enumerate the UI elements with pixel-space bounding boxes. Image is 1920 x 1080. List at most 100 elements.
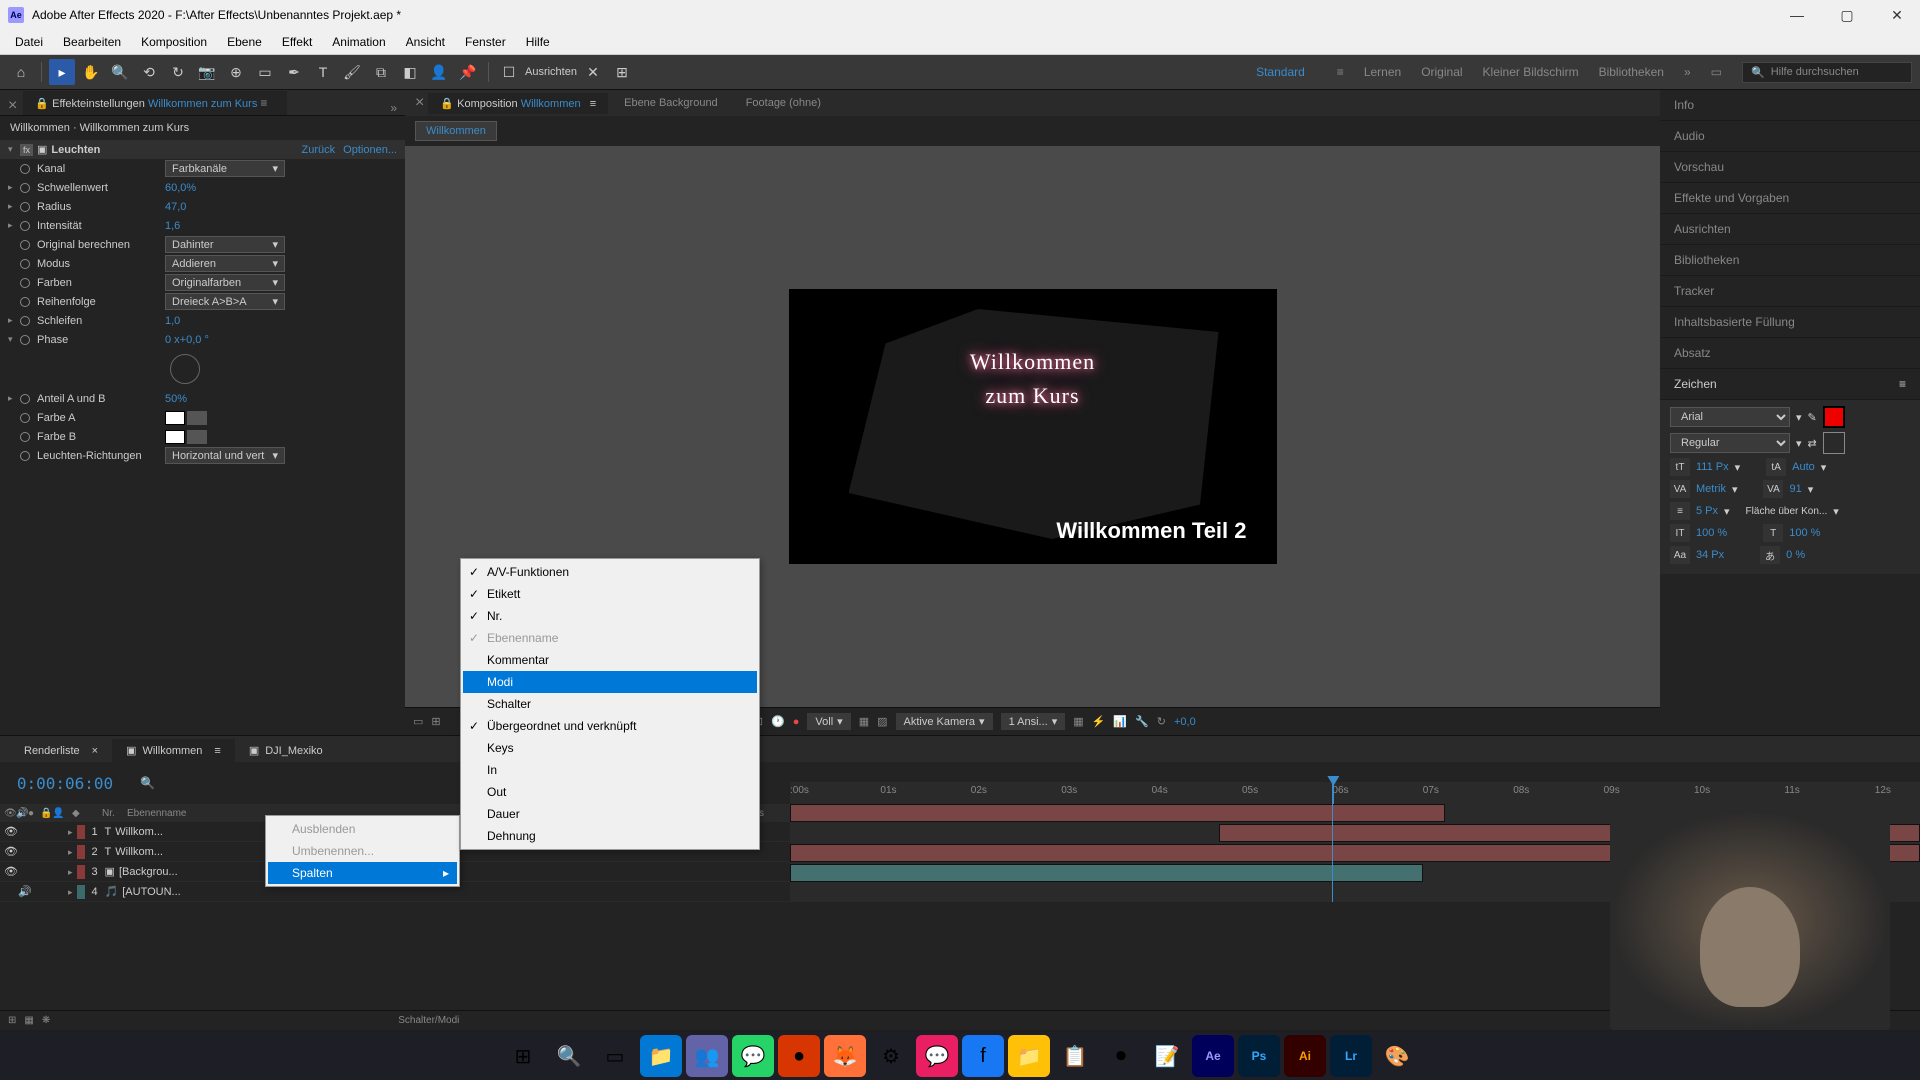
stopwatch-icon[interactable] [20, 451, 30, 461]
stopwatch-icon[interactable] [20, 316, 30, 326]
taskbar-taskview[interactable]: ▭ [594, 1035, 636, 1077]
anteil-value[interactable]: 50% [165, 393, 187, 405]
farbe-a-swatch[interactable] [165, 411, 185, 425]
hand-tool[interactable]: ✋ [78, 59, 104, 85]
ctx-in[interactable]: In [463, 759, 757, 781]
layer-visibility[interactable]: 👁 [0, 825, 14, 838]
font-size-value[interactable]: 111 Px [1696, 461, 1729, 473]
help-search[interactable]: 🔍 Hilfe durchsuchen [1742, 62, 1912, 83]
fast-preview-icon[interactable]: ⚡ [1092, 715, 1106, 728]
workspace-bibliotheken[interactable]: Bibliotheken [1599, 65, 1664, 79]
ctx-ausblenden[interactable]: Ausblenden [268, 818, 457, 840]
lock-column-icon[interactable]: 🔒 [36, 808, 48, 819]
workspace-lernen[interactable]: Lernen [1364, 65, 1401, 79]
pen-tool[interactable]: ✒ [281, 59, 307, 85]
layer-label[interactable] [77, 885, 85, 899]
kanal-select[interactable]: Farbkanäle▾ [165, 160, 285, 177]
fx-badge[interactable]: fx [20, 144, 33, 156]
ctx-modi[interactable]: Modi [463, 671, 757, 693]
panel-fuellung[interactable]: Inhaltsbasierte Füllung [1660, 307, 1920, 338]
toggle-switches-icon[interactable]: ⊞ [8, 1015, 16, 1026]
reihenfolge-select[interactable]: Dreieck A>B>A▾ [165, 293, 285, 310]
taskbar-messenger[interactable]: 💬 [916, 1035, 958, 1077]
taskbar-app4[interactable]: 🎨 [1376, 1035, 1418, 1077]
baseline-value[interactable]: 34 Px [1696, 549, 1724, 561]
puppet-tool[interactable]: 📌 [455, 59, 481, 85]
time-ruler[interactable]: :00s 01s 02s 03s 04s 05s 06s 07s 08s 09s… [790, 782, 1920, 804]
swap-colors-icon[interactable]: ⇄ [1808, 437, 1817, 450]
brush-tool[interactable]: 🖌 [339, 59, 365, 85]
close-button[interactable]: ✕ [1882, 7, 1912, 24]
panel-close-icon[interactable]: × [415, 94, 424, 112]
snapping-checkbox[interactable]: ☐ [496, 59, 522, 85]
label-column[interactable]: ◆ [68, 808, 98, 819]
effect-name[interactable]: Leuchten [51, 144, 100, 156]
modus-select[interactable]: Addieren▾ [165, 255, 285, 272]
farbe-b-swatch[interactable] [165, 430, 185, 444]
roto-tool[interactable]: 👤 [426, 59, 452, 85]
taskbar-search[interactable]: 🔍 [548, 1035, 590, 1077]
stopwatch-icon[interactable] [20, 240, 30, 250]
stroke-width-value[interactable]: 5 Px [1696, 505, 1718, 517]
menu-hilfe[interactable]: Hilfe [516, 32, 560, 52]
ctx-ebenenname[interactable]: ✓Ebenenname [463, 627, 757, 649]
taskbar-word[interactable]: 📝 [1146, 1035, 1188, 1077]
resolution-icon[interactable]: ⊞ [431, 715, 440, 728]
taskbar-start[interactable]: ⊞ [502, 1035, 544, 1077]
workspace-klein[interactable]: Kleiner Bildschirm [1483, 65, 1579, 79]
stroke-option[interactable]: Fläche über Kon... [1746, 506, 1828, 517]
font-select[interactable]: Arial [1670, 407, 1790, 427]
snapping-option1[interactable]: ✕ [580, 59, 606, 85]
tracking-value[interactable]: 91 [1789, 483, 1801, 495]
panel-zeichen[interactable]: Zeichen≡ [1660, 369, 1920, 400]
vscale-value[interactable]: 100 % [1696, 527, 1727, 539]
menu-komposition[interactable]: Komposition [131, 32, 217, 52]
taskbar-app2[interactable]: ⚙ [870, 1035, 912, 1077]
font-style-select[interactable]: Regular [1670, 433, 1790, 453]
menu-datei[interactable]: Datei [5, 32, 53, 52]
stroke-color[interactable] [1823, 432, 1845, 454]
layer-bar-4[interactable] [790, 864, 1423, 882]
layer-label[interactable] [77, 865, 85, 879]
ctx-etikett[interactable]: ✓Etikett [463, 583, 757, 605]
stopwatch-icon[interactable] [20, 278, 30, 288]
playhead[interactable] [1332, 782, 1334, 804]
ctx-kommentar[interactable]: Kommentar [463, 649, 757, 671]
menu-animation[interactable]: Animation [322, 32, 395, 52]
kerning-value[interactable]: Metrik [1696, 483, 1726, 495]
taskbar-firefox[interactable]: 🦊 [824, 1035, 866, 1077]
taskbar-whatsapp[interactable]: 💬 [732, 1035, 774, 1077]
comp-tab-background[interactable]: Ebene Background [612, 93, 730, 113]
effect-controls-tab[interactable]: 🔒 Effekteinstellungen Willkommen zum Kur… [23, 91, 287, 115]
orbit-tool[interactable]: ⟲ [136, 59, 162, 85]
stopwatch-icon[interactable] [20, 413, 30, 423]
timeline-tab-willkommen[interactable]: ▣Willkommen≡ [112, 739, 235, 762]
layer-visibility[interactable]: 👁 [0, 845, 14, 858]
timeline-tab-renderliste[interactable]: Renderliste× [10, 740, 112, 762]
taskbar-folder[interactable]: 📁 [1008, 1035, 1050, 1077]
nr-column[interactable]: Nr. [98, 808, 123, 819]
panel-audio[interactable]: Audio [1660, 121, 1920, 152]
stopwatch-icon[interactable] [20, 259, 30, 269]
panel-ausrichten[interactable]: Ausrichten [1660, 214, 1920, 245]
exposure-value[interactable]: +0,0 [1174, 716, 1196, 728]
phase-angle-control[interactable] [170, 354, 200, 384]
ctx-out[interactable]: Out [463, 781, 757, 803]
panel-vorschau[interactable]: Vorschau [1660, 152, 1920, 183]
ctx-schalter[interactable]: Schalter [463, 693, 757, 715]
phase-value[interactable]: 0 x+0,0 ° [165, 334, 209, 346]
timeline-icon[interactable]: 📊 [1113, 715, 1127, 728]
tsume-value[interactable]: 0 % [1786, 549, 1805, 561]
stopwatch-icon[interactable] [20, 432, 30, 442]
panel-info[interactable]: Info [1660, 90, 1920, 121]
eye-column-icon[interactable]: 👁 [0, 808, 12, 819]
stopwatch-icon[interactable] [20, 394, 30, 404]
stopwatch-icon[interactable] [20, 164, 30, 174]
shape-tool[interactable]: ▭ [252, 59, 278, 85]
menu-ansicht[interactable]: Ansicht [396, 32, 455, 52]
channel-icon[interactable]: ▦ [859, 715, 869, 728]
ctx-umbenennen[interactable]: Umbenennen... [268, 840, 457, 862]
menu-effekt[interactable]: Effekt [272, 32, 322, 52]
ctx-dehnung[interactable]: Dehnung [463, 825, 757, 847]
taskbar-explorer[interactable]: 📁 [640, 1035, 682, 1077]
